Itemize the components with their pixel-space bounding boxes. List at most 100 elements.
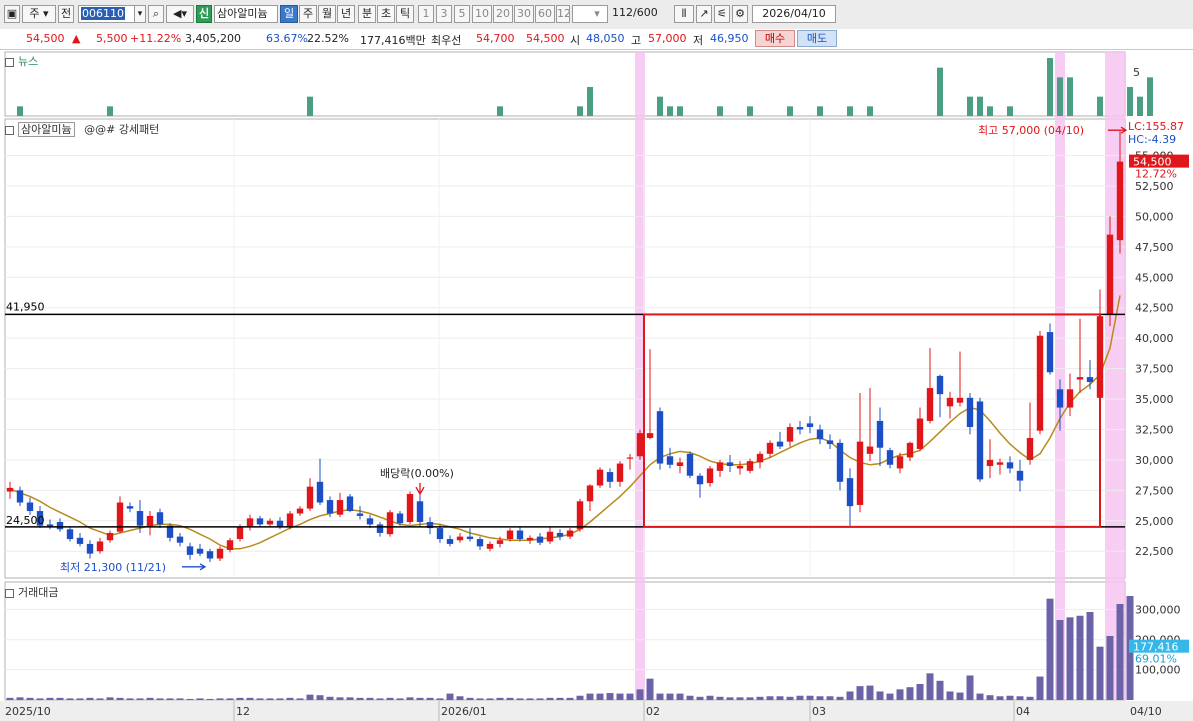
x-axis-label: 03 — [812, 705, 826, 718]
date-field[interactable]: 2026/04/10 — [752, 5, 836, 23]
window-icon[interactable]: ▣ — [4, 5, 20, 23]
stock-chart[interactable]: 41,950 24,500 최저 21,300 (11/21) 최고 57,000 (… — [0, 50, 1193, 721]
interval-120-button[interactable]: 120 — [556, 5, 570, 23]
candle-body — [296, 508, 304, 514]
volume-bar — [946, 691, 954, 700]
interval-10-button[interactable]: 10 — [472, 5, 492, 23]
period-year-button[interactable]: 년 — [337, 5, 355, 23]
volume-bar — [406, 697, 414, 700]
open-price: 48,050 — [586, 32, 625, 45]
volume-bar — [1106, 636, 1114, 700]
compare-icon[interactable]: ⚟ — [714, 5, 730, 23]
hc-label: HC:-4.39 — [1128, 133, 1176, 146]
x-axis-label: 02 — [646, 705, 660, 718]
volume-bar — [76, 698, 84, 700]
candle-body — [706, 468, 714, 484]
highlight-column — [1105, 52, 1115, 700]
count-input[interactable]: 112 — [612, 6, 633, 19]
volume-bar — [906, 687, 914, 700]
volume-bar — [306, 694, 314, 700]
change-amount: 5,500 — [96, 32, 128, 45]
period-tick-button[interactable]: 틱 — [396, 5, 414, 23]
volume-bar — [16, 697, 24, 700]
stock-name-field: 삼아알미늄 — [214, 5, 278, 23]
price-tick-label: 25,000 — [1135, 515, 1174, 528]
candle-body — [966, 397, 974, 428]
count-max: /600 — [633, 6, 658, 19]
candle-body — [1106, 234, 1114, 314]
interval-1-button[interactable]: 1 — [418, 5, 434, 23]
candle-body — [616, 463, 624, 482]
volume-pct-tag: 69.01% — [1135, 653, 1177, 666]
volume-bar — [1026, 696, 1034, 700]
candle-body — [376, 524, 384, 533]
open-label: 시 — [570, 34, 581, 47]
stock-code-dropdown-icon[interactable]: ▾ — [134, 5, 146, 23]
news-bar — [817, 106, 823, 116]
news-bar — [1007, 106, 1013, 116]
candle-body — [1036, 335, 1044, 431]
candle-body — [996, 462, 1004, 465]
volume-bar — [516, 698, 524, 700]
buy-button[interactable]: 매수 — [755, 30, 795, 47]
candle-body — [816, 429, 824, 440]
interval-20-button[interactable]: 20 — [493, 5, 513, 23]
news-title-text: 뉴스 — [18, 55, 39, 68]
period-month-button[interactable]: 월 — [318, 5, 336, 23]
gear-icon[interactable]: ⚙ — [732, 5, 748, 23]
candle-body — [826, 440, 834, 445]
panel-menu-icon[interactable] — [5, 57, 14, 67]
candle-body — [1046, 332, 1054, 373]
news-bar — [1097, 96, 1103, 116]
period-day-button[interactable]: 일 — [280, 5, 298, 23]
interval-30-button[interactable]: 30 — [514, 5, 534, 23]
candle-body — [986, 459, 994, 466]
price-tick-label: 22,500 — [1135, 545, 1174, 558]
candle-style-icon[interactable]: ⫴ — [674, 5, 694, 23]
candle-body — [416, 501, 424, 522]
price-title-text: 삼아알미늄 — [18, 122, 75, 137]
candle-body — [356, 513, 364, 516]
market-select[interactable]: 주 ▾ — [22, 5, 56, 23]
volume-bar — [1066, 617, 1074, 700]
candle-body — [736, 465, 744, 469]
price-panel-frame — [4, 118, 1126, 579]
prev-button[interactable]: 전 — [58, 5, 74, 23]
interval-5-button[interactable]: 5 — [454, 5, 470, 23]
volume-bar — [1006, 695, 1014, 700]
volume-bar — [266, 698, 274, 700]
panel-menu-icon[interactable] — [5, 125, 14, 135]
candle-body — [286, 513, 294, 527]
interval-custom-select[interactable]: ▾ — [572, 5, 608, 23]
period-second-button[interactable]: 초 — [377, 5, 395, 23]
sell-button[interactable]: 매도 — [797, 30, 837, 47]
panel-menu-icon[interactable] — [5, 588, 14, 598]
high-label: 고 — [631, 34, 642, 47]
support-label: 24,500 — [6, 514, 45, 527]
price-tick-label: 42,500 — [1135, 302, 1174, 315]
candle-body — [896, 456, 904, 469]
candle-body — [956, 397, 964, 403]
volume-bar — [796, 695, 804, 700]
chart-toolbar: ▣ 주 ▾ 전 006110 ▾ ⌕ ◀▾ 신 삼아알미늄 일 주 월 년 분 … — [0, 0, 1193, 30]
search-icon[interactable]: ⌕ — [148, 5, 164, 23]
speaker-icon[interactable]: ◀▾ — [166, 5, 194, 23]
candle-body — [386, 512, 394, 535]
interval-3-button[interactable]: 3 — [436, 5, 452, 23]
x-axis-label: 2025/10 — [5, 705, 51, 718]
interval-60-button[interactable]: 60 — [535, 5, 555, 23]
price-tick-label: 52,500 — [1135, 180, 1174, 193]
candle-body — [476, 539, 484, 547]
candle-body — [676, 462, 684, 466]
candle-body — [716, 462, 724, 471]
candle-body — [796, 427, 804, 430]
draw-tool-icon[interactable]: ↗ — [696, 5, 712, 23]
period-minute-button[interactable]: 분 — [358, 5, 376, 23]
volume-bar — [866, 685, 874, 700]
x-axis-label: 04/10 — [1130, 705, 1162, 718]
period-week-button[interactable]: 주 — [299, 5, 317, 23]
candle-body — [256, 518, 264, 525]
candle-body — [456, 536, 464, 541]
news-bar — [717, 106, 723, 116]
pattern-label: @@# 강세패턴 — [84, 123, 160, 136]
